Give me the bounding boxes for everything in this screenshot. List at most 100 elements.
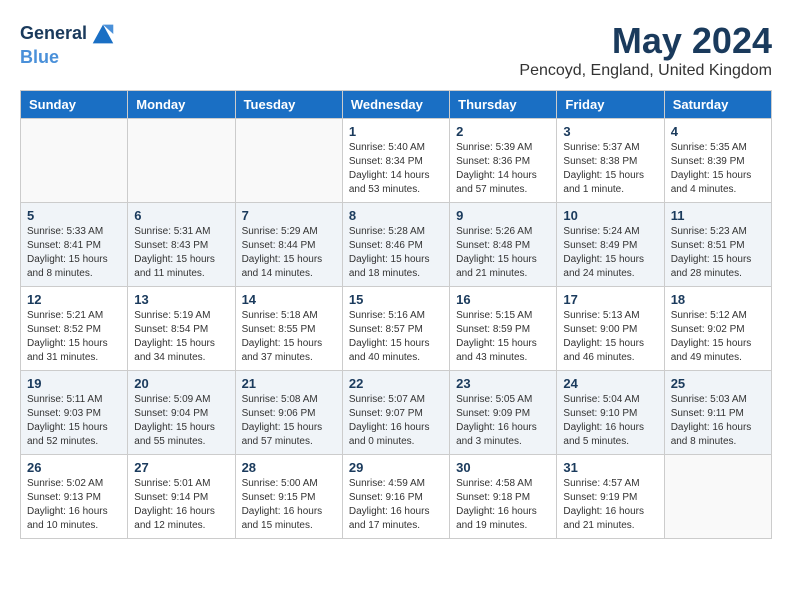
calendar-cell: 27 Sunrise: 5:01 AMSunset: 9:14 PMDayligh…	[128, 455, 235, 539]
calendar-cell: 28Sunrise: 5:00 AMSunset: 9:15 PMDayligh…	[235, 455, 342, 539]
day-number: 7	[242, 208, 336, 223]
calendar-cell: 8Sunrise: 5:28 AMSunset: 8:46 PMDaylight…	[342, 203, 449, 287]
calendar-cell: 12Sunrise: 5:21 AMSunset: 8:52 PMDayligh…	[21, 287, 128, 371]
calendar-week-row: 19 Sunrise: 5:11 AMSunset: 9:03 PMDayligh…	[21, 371, 772, 455]
day-number: 17	[563, 292, 657, 307]
logo-blue: Blue	[20, 47, 59, 67]
title-section: May 2024 Pencoyd, England, United Kingdo…	[519, 20, 772, 80]
day-info: Sunrise: 5:15 AMSunset: 8:59 PMDaylight:…	[456, 309, 550, 365]
calendar-cell: 20 Sunrise: 5:09 AMSunset: 9:04 PMDayligh…	[128, 371, 235, 455]
day-number: 18	[671, 292, 765, 307]
location: Pencoyd, England, United Kingdom	[519, 62, 772, 80]
day-info: Sunrise: 5:05 AMSunset: 9:09 PMDaylight:…	[456, 393, 550, 449]
calendar-cell: 18 Sunrise: 5:12 AMSunset: 9:02 PMDayligh…	[664, 287, 771, 371]
day-number: 31	[563, 460, 657, 475]
day-number: 23	[456, 376, 550, 391]
day-number: 3	[563, 124, 657, 139]
calendar-cell: 11Sunrise: 5:23 AMSunset: 8:51 PMDayligh…	[664, 203, 771, 287]
calendar-cell: 4Sunrise: 5:35 AMSunset: 8:39 PMDaylight…	[664, 119, 771, 203]
day-number: 20	[134, 376, 228, 391]
calendar-cell: 25 Sunrise: 5:03 AMSunset: 9:11 PMDayligh…	[664, 371, 771, 455]
day-info: Sunrise: 5:03 AMSunset: 9:11 PMDaylight:…	[671, 393, 765, 449]
day-info: Sunrise: 5:01 AMSunset: 9:14 PMDaylight:…	[134, 477, 228, 533]
calendar-cell: 24 Sunrise: 5:04 AMSunset: 9:10 PMDayligh…	[557, 371, 664, 455]
day-number: 10	[563, 208, 657, 223]
calendar-cell: 17 Sunrise: 5:13 AMSunset: 9:00 PMDayligh…	[557, 287, 664, 371]
day-info: Sunrise: 5:19 AMSunset: 8:54 PMDaylight:…	[134, 309, 228, 365]
calendar-header-sunday: Sunday	[21, 91, 128, 119]
day-info: Sunrise: 5:18 AMSunset: 8:55 PMDaylight:…	[242, 309, 336, 365]
day-info: Sunrise: 5:29 AMSunset: 8:44 PMDaylight:…	[242, 225, 336, 281]
calendar-header-tuesday: Tuesday	[235, 91, 342, 119]
calendar-cell: 22 Sunrise: 5:07 AMSunset: 9:07 PMDayligh…	[342, 371, 449, 455]
day-info: Sunrise: 5:12 AMSunset: 9:02 PMDaylight:…	[671, 309, 765, 365]
calendar-week-row: 5 Sunrise: 5:33 AMSunset: 8:41 PMDaylight…	[21, 203, 772, 287]
calendar-week-row: 26Sunrise: 5:02 AMSunset: 9:13 PMDayligh…	[21, 455, 772, 539]
calendar-cell: 23 Sunrise: 5:05 AMSunset: 9:09 PMDayligh…	[450, 371, 557, 455]
day-info: Sunrise: 5:39 AMSunset: 8:36 PMDaylight:…	[456, 141, 550, 197]
calendar-cell: 6 Sunrise: 5:31 AMSunset: 8:43 PMDaylight…	[128, 203, 235, 287]
calendar-week-row: 12Sunrise: 5:21 AMSunset: 8:52 PMDayligh…	[21, 287, 772, 371]
calendar-cell: 30 Sunrise: 4:58 AMSunset: 9:18 PMDayligh…	[450, 455, 557, 539]
calendar-table: SundayMondayTuesdayWednesdayThursdayFrid…	[20, 90, 772, 539]
calendar-cell: 3 Sunrise: 5:37 AMSunset: 8:38 PMDaylight…	[557, 119, 664, 203]
day-number: 30	[456, 460, 550, 475]
day-info: Sunrise: 5:23 AMSunset: 8:51 PMDaylight:…	[671, 225, 765, 281]
calendar-cell: 15 Sunrise: 5:16 AMSunset: 8:57 PMDayligh…	[342, 287, 449, 371]
day-info: Sunrise: 4:58 AMSunset: 9:18 PMDaylight:…	[456, 477, 550, 533]
day-number: 29	[349, 460, 443, 475]
calendar-cell: 26Sunrise: 5:02 AMSunset: 9:13 PMDayligh…	[21, 455, 128, 539]
day-info: Sunrise: 5:08 AMSunset: 9:06 PMDaylight:…	[242, 393, 336, 449]
calendar-header-monday: Monday	[128, 91, 235, 119]
day-info: Sunrise: 5:07 AMSunset: 9:07 PMDaylight:…	[349, 393, 443, 449]
calendar-cell: 13Sunrise: 5:19 AMSunset: 8:54 PMDayligh…	[128, 287, 235, 371]
day-number: 25	[671, 376, 765, 391]
day-number: 2	[456, 124, 550, 139]
day-number: 26	[27, 460, 121, 475]
day-info: Sunrise: 5:09 AMSunset: 9:04 PMDaylight:…	[134, 393, 228, 449]
day-number: 16	[456, 292, 550, 307]
day-number: 5	[27, 208, 121, 223]
day-info: Sunrise: 4:57 AMSunset: 9:19 PMDaylight:…	[563, 477, 657, 533]
day-info: Sunrise: 4:59 AMSunset: 9:16 PMDaylight:…	[349, 477, 443, 533]
day-info: Sunrise: 5:11 AMSunset: 9:03 PMDaylight:…	[27, 393, 121, 449]
day-info: Sunrise: 5:16 AMSunset: 8:57 PMDaylight:…	[349, 309, 443, 365]
logo: General Blue	[20, 20, 117, 68]
calendar-cell	[128, 119, 235, 203]
day-info: Sunrise: 5:33 AMSunset: 8:41 PMDaylight:…	[27, 225, 121, 281]
day-info: Sunrise: 5:37 AMSunset: 8:38 PMDaylight:…	[563, 141, 657, 197]
day-info: Sunrise: 5:04 AMSunset: 9:10 PMDaylight:…	[563, 393, 657, 449]
calendar-header-thursday: Thursday	[450, 91, 557, 119]
calendar-week-row: 1Sunrise: 5:40 AMSunset: 8:34 PMDaylight…	[21, 119, 772, 203]
day-number: 27	[134, 460, 228, 475]
calendar-cell: 10 Sunrise: 5:24 AMSunset: 8:49 PMDayligh…	[557, 203, 664, 287]
logo-text: General Blue	[20, 20, 117, 68]
calendar-cell: 1Sunrise: 5:40 AMSunset: 8:34 PMDaylight…	[342, 119, 449, 203]
calendar-cell: 9Sunrise: 5:26 AMSunset: 8:48 PMDaylight…	[450, 203, 557, 287]
day-number: 15	[349, 292, 443, 307]
day-number: 24	[563, 376, 657, 391]
day-info: Sunrise: 5:13 AMSunset: 9:00 PMDaylight:…	[563, 309, 657, 365]
calendar-header-row: SundayMondayTuesdayWednesdayThursdayFrid…	[21, 91, 772, 119]
calendar-cell: 14 Sunrise: 5:18 AMSunset: 8:55 PMDayligh…	[235, 287, 342, 371]
calendar-cell: 7 Sunrise: 5:29 AMSunset: 8:44 PMDaylight…	[235, 203, 342, 287]
calendar-header-saturday: Saturday	[664, 91, 771, 119]
calendar-cell: 5 Sunrise: 5:33 AMSunset: 8:41 PMDaylight…	[21, 203, 128, 287]
day-number: 22	[349, 376, 443, 391]
day-info: Sunrise: 5:40 AMSunset: 8:34 PMDaylight:…	[349, 141, 443, 197]
day-info: Sunrise: 5:28 AMSunset: 8:46 PMDaylight:…	[349, 225, 443, 281]
calendar-cell: 16 Sunrise: 5:15 AMSunset: 8:59 PMDayligh…	[450, 287, 557, 371]
calendar-header-wednesday: Wednesday	[342, 91, 449, 119]
day-number: 9	[456, 208, 550, 223]
day-info: Sunrise: 5:24 AMSunset: 8:49 PMDaylight:…	[563, 225, 657, 281]
day-info: Sunrise: 5:31 AMSunset: 8:43 PMDaylight:…	[134, 225, 228, 281]
day-number: 19	[27, 376, 121, 391]
day-number: 14	[242, 292, 336, 307]
day-number: 28	[242, 460, 336, 475]
day-number: 6	[134, 208, 228, 223]
calendar-cell	[21, 119, 128, 203]
calendar-header-friday: Friday	[557, 91, 664, 119]
calendar-cell	[235, 119, 342, 203]
calendar-cell: 21Sunrise: 5:08 AMSunset: 9:06 PMDayligh…	[235, 371, 342, 455]
calendar-cell: 19 Sunrise: 5:11 AMSunset: 9:03 PMDayligh…	[21, 371, 128, 455]
